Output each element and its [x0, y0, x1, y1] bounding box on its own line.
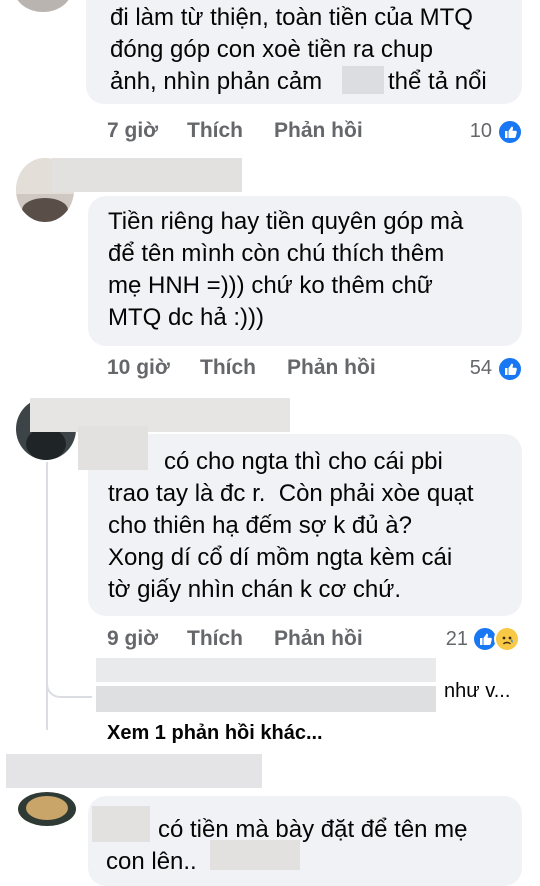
- reaction-count[interactable]: 10: [456, 120, 492, 143]
- thread-connector: [46, 660, 92, 698]
- reply-link[interactable]: Phản hồi: [274, 119, 363, 143]
- reaction-count[interactable]: 54: [456, 357, 492, 380]
- comment-text-line: để tên mình còn chú thích thêm: [108, 240, 445, 267]
- comment-time[interactable]: 9 giờ: [107, 627, 158, 651]
- comment-time[interactable]: 10 giờ: [107, 356, 170, 380]
- avatar[interactable]: [18, 792, 76, 826]
- redacted-word: [210, 840, 300, 870]
- comment-text-line: ảnh, nhìn phản cảm: [110, 68, 323, 95]
- comment-text-line: thể tả nổi: [388, 68, 487, 95]
- comment-text-line: con lên..: [106, 848, 197, 875]
- reply-text-redacted: [96, 686, 436, 712]
- sad-reaction-icon: [494, 626, 520, 652]
- comment-time[interactable]: 7 giờ: [107, 119, 158, 143]
- comment-text-line: đi làm từ thiện, toàn tiền của MTQ: [110, 4, 473, 31]
- like-link[interactable]: Thích: [187, 627, 243, 651]
- comment-text-line: Xong dí cổ dí mồm ngta kèm cái: [108, 544, 453, 571]
- comment-text-line: Tiền riêng hay tiền quyên góp mà: [108, 208, 464, 235]
- like-link[interactable]: Thích: [187, 119, 243, 143]
- comment-text-line: có cho ngta thì cho cái pbi: [164, 448, 443, 475]
- reply-link[interactable]: Phản hồi: [274, 627, 363, 651]
- redacted-name: [30, 398, 290, 432]
- redacted-word: [342, 66, 384, 94]
- redacted-name: [52, 158, 242, 192]
- comment-text-line: cho thiên hạ đếm sợ k đủ à?: [108, 512, 412, 539]
- redacted-word: [92, 806, 150, 842]
- like-reaction-icon: [497, 356, 523, 382]
- comment-text-line: MTQ dc hả :))): [108, 304, 265, 331]
- reply-avatar-redacted[interactable]: [96, 658, 436, 682]
- like-reaction-icon: [497, 119, 523, 145]
- avatar[interactable]: [14, 0, 72, 12]
- reply-preview-text[interactable]: như v...: [444, 676, 510, 707]
- reply-link[interactable]: Phản hồi: [287, 356, 376, 380]
- comment-text-line: mẹ HNH =))) chứ ko thêm chữ: [108, 272, 433, 299]
- redacted-name: [6, 754, 262, 788]
- view-more-replies-link[interactable]: Xem 1 phản hồi khác...: [107, 722, 323, 745]
- comment-text-line: tờ giấy nhìn chán k cơ chứ.: [108, 576, 402, 603]
- reaction-count[interactable]: 21: [432, 628, 468, 651]
- redacted-word: [78, 426, 148, 470]
- like-link[interactable]: Thích: [200, 356, 256, 380]
- comment-text-line: trao tay là đc r. Còn phải xòe quạt: [108, 480, 474, 507]
- comment-text-line: có tiền mà bày đặt để tên mẹ: [158, 816, 468, 843]
- comment-text-line: đóng góp con xoè tiền ra chup: [110, 36, 433, 63]
